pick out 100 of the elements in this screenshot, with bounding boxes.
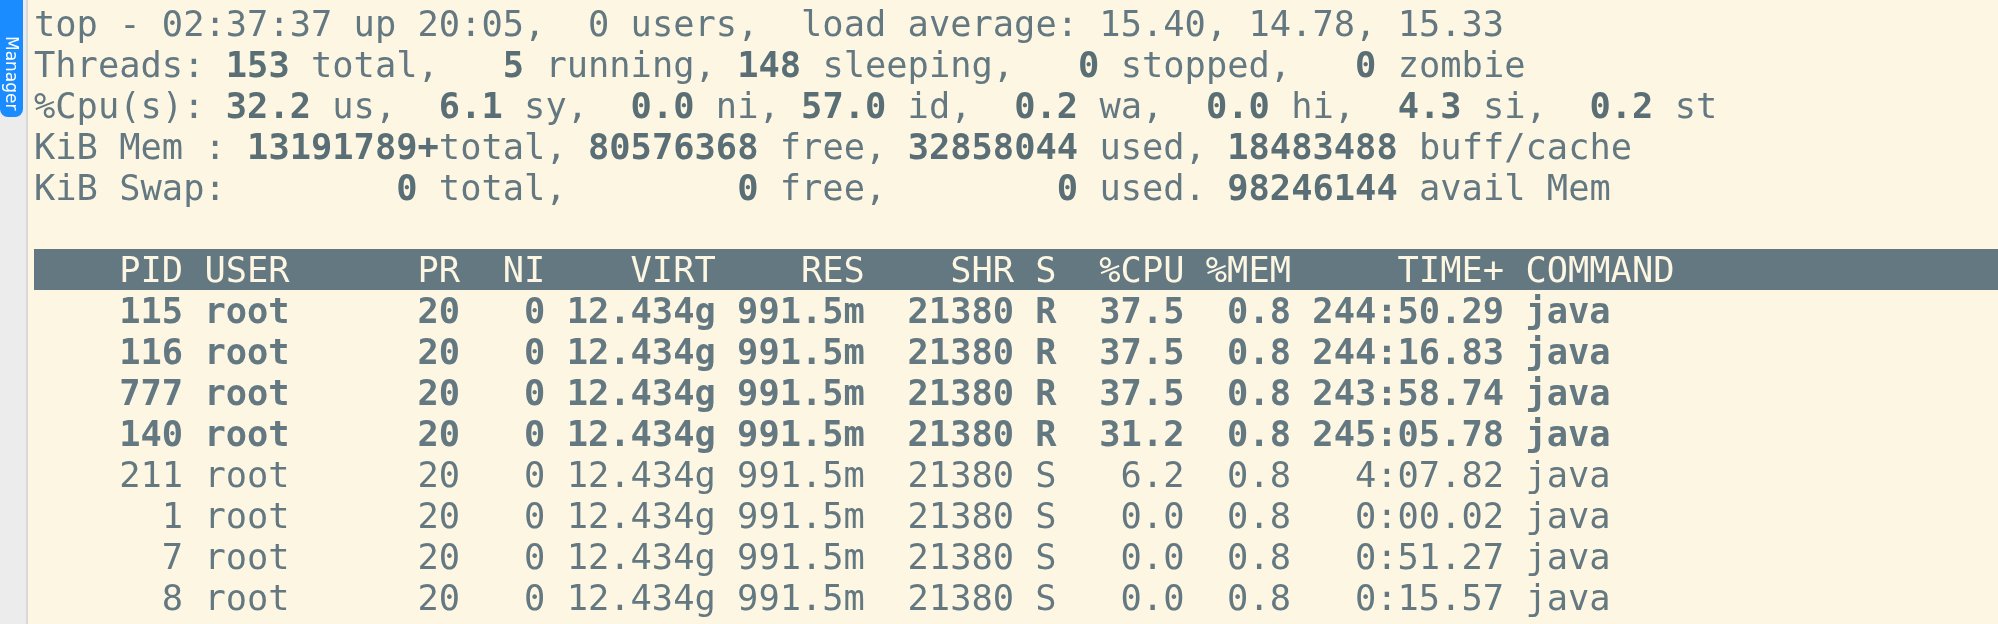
table-cell: 115 bbox=[119, 290, 184, 331]
table-cell: root bbox=[204, 331, 290, 372]
dock-tab[interactable]: Manager bbox=[0, 0, 23, 117]
table-cell: 140 bbox=[119, 413, 184, 454]
table-cell: 12.434g bbox=[566, 290, 716, 331]
table-cell: 21380 bbox=[907, 331, 1015, 372]
table-cell: 991.5m bbox=[737, 372, 865, 413]
table-cell: R bbox=[1035, 290, 1057, 331]
table-cell: 20 bbox=[417, 536, 461, 577]
table-cell: root bbox=[204, 454, 290, 495]
table-cell: root bbox=[204, 536, 290, 577]
table-cell: S bbox=[1035, 536, 1057, 577]
table-cell: java bbox=[1525, 413, 1611, 454]
table-cell: 7 bbox=[161, 536, 184, 577]
summary-line: Threads: 153 total, 5 running, 148 sleeping, 0 stopped, 0 zombie bbox=[34, 44, 1527, 85]
table-cell: 0.0 bbox=[1120, 577, 1185, 618]
table-cell: 245:05.78 bbox=[1312, 413, 1505, 454]
table-cell: 21380 bbox=[907, 577, 1015, 618]
column-header: SHR bbox=[950, 249, 1015, 290]
summary-line: KiB Swap: 0 total, 0 free, 0 used. 98246144 avail Mem bbox=[34, 167, 1612, 208]
table-cell: 37.5 bbox=[1099, 372, 1185, 413]
table-cell: 21380 bbox=[907, 536, 1015, 577]
table-cell: root bbox=[204, 413, 290, 454]
column-header: %CPU bbox=[1099, 249, 1185, 290]
table-cell: 12.434g bbox=[566, 454, 716, 495]
table-cell: java bbox=[1525, 290, 1611, 331]
column-header: USER bbox=[204, 249, 290, 290]
column-header: RES bbox=[801, 249, 865, 290]
table-cell: 0.8 bbox=[1227, 577, 1292, 618]
table-cell: 0.8 bbox=[1227, 413, 1292, 454]
table-cell: 21380 bbox=[907, 290, 1015, 331]
table-cell: 12.434g bbox=[566, 495, 716, 536]
table-cell: 21380 bbox=[907, 454, 1015, 495]
column-header: NI bbox=[502, 249, 546, 290]
table-cell: 12.434g bbox=[566, 331, 716, 372]
table-cell: 1 bbox=[161, 495, 184, 536]
table-cell: 0 bbox=[524, 372, 546, 413]
table-cell: java bbox=[1525, 577, 1611, 618]
table-cell: 21380 bbox=[907, 495, 1015, 536]
table-cell: 211 bbox=[119, 454, 184, 495]
table-cell: 991.5m bbox=[737, 495, 865, 536]
table-cell: 0.8 bbox=[1227, 536, 1292, 577]
column-header: VIRT bbox=[630, 249, 716, 290]
table-cell: 777 bbox=[119, 372, 184, 413]
table-cell: 20 bbox=[417, 290, 461, 331]
table-cell: 37.5 bbox=[1099, 331, 1185, 372]
table-cell: 12.434g bbox=[566, 577, 716, 618]
table-cell: R bbox=[1035, 331, 1057, 372]
table-cell: 21380 bbox=[907, 372, 1015, 413]
table-cell: 20 bbox=[417, 454, 461, 495]
table-cell: 4:07.82 bbox=[1354, 454, 1505, 495]
table-cell: 0 bbox=[524, 495, 546, 536]
table-cell: 0 bbox=[524, 454, 546, 495]
table-cell: S bbox=[1035, 495, 1057, 536]
table-cell: 0.8 bbox=[1227, 372, 1292, 413]
table-cell: S bbox=[1035, 577, 1057, 618]
table-cell: S bbox=[1035, 454, 1057, 495]
table-cell: 12.434g bbox=[566, 372, 716, 413]
table-cell: 991.5m bbox=[737, 577, 865, 618]
table-cell: 0.8 bbox=[1227, 495, 1292, 536]
table-cell: 116 bbox=[119, 331, 184, 372]
table-cell: root bbox=[204, 495, 290, 536]
table-cell: 0.8 bbox=[1227, 454, 1292, 495]
table-cell: 6.2 bbox=[1120, 454, 1185, 495]
table-cell: R bbox=[1035, 372, 1057, 413]
table-cell: 0.8 bbox=[1227, 331, 1292, 372]
column-header: S bbox=[1035, 249, 1057, 290]
table-cell: 991.5m bbox=[737, 536, 865, 577]
table-cell: java bbox=[1525, 495, 1611, 536]
summary-line: KiB Mem : 13191789+total, 80576368 free, 32858044 used, 18483488 buff/cache bbox=[34, 126, 1634, 167]
table-cell: 20 bbox=[417, 495, 461, 536]
table-cell: 0.8 bbox=[1227, 290, 1292, 331]
table-cell: 20 bbox=[417, 331, 461, 372]
table-cell: 0 bbox=[524, 577, 546, 618]
table-cell: 991.5m bbox=[737, 454, 865, 495]
table-cell: 991.5m bbox=[737, 331, 865, 372]
table-cell: 0.0 bbox=[1120, 536, 1185, 577]
column-header: %MEM bbox=[1205, 249, 1292, 290]
table-cell: 244:16.83 bbox=[1312, 331, 1505, 372]
table-cell: java bbox=[1525, 536, 1611, 577]
table-cell: 20 bbox=[417, 577, 461, 618]
table-cell: 12.434g bbox=[566, 536, 716, 577]
table-cell: 21380 bbox=[907, 413, 1015, 454]
table-cell: 12.434g bbox=[566, 413, 716, 454]
column-header: PR bbox=[417, 249, 461, 290]
table-cell: 991.5m bbox=[737, 413, 865, 454]
table-cell: 244:50.29 bbox=[1312, 290, 1505, 331]
table-cell: 31.2 bbox=[1099, 413, 1185, 454]
summary-line: %Cpu(s): 32.2 us, 6.1 sy, 0.0 ni, 57.0 id, 0.2 wa, 0.0 hi, 4.3 si, 0.2 st bbox=[34, 85, 1719, 126]
table-cell: java bbox=[1525, 454, 1611, 495]
table-cell: R bbox=[1035, 413, 1057, 454]
table-cell: 0 bbox=[524, 536, 546, 577]
table-cell: java bbox=[1525, 372, 1611, 413]
table-cell: root bbox=[204, 372, 290, 413]
table-cell: root bbox=[204, 290, 290, 331]
summary-line: top - 02:37:37 up 20:05, 0 users, load average: 15.40, 14.78, 15.33 bbox=[34, 3, 1506, 44]
table-cell: 243:58.74 bbox=[1312, 372, 1505, 413]
column-header: TIME+ bbox=[1397, 249, 1505, 290]
table-cell: 0:00.02 bbox=[1354, 495, 1505, 536]
table-cell: 0.0 bbox=[1120, 495, 1185, 536]
